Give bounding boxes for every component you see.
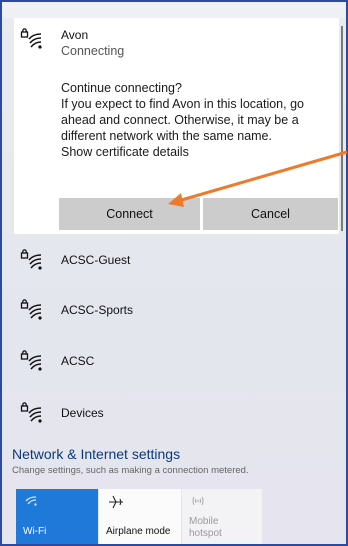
mobile-hotspot-tile[interactable]: Mobile hotspot bbox=[182, 489, 262, 544]
airplane-icon bbox=[108, 495, 124, 512]
scrollbar[interactable] bbox=[341, 26, 343, 231]
flyout-top-strip bbox=[2, 2, 346, 18]
wifi-tile-label: Wi-Fi bbox=[23, 526, 47, 537]
network-name: ACSC-Guest bbox=[61, 253, 131, 267]
network-name: ACSC-Sports bbox=[61, 303, 134, 317]
network-item-acsc-guest[interactable]: ACSC-Guest bbox=[14, 235, 339, 285]
wifi-lock-icon bbox=[20, 28, 44, 50]
wifi-lock-icon bbox=[20, 402, 44, 424]
connection-warning-text: Continue connecting? If you expect to fi… bbox=[61, 80, 323, 160]
wifi-toggle-tile[interactable]: Wi-Fi bbox=[16, 489, 98, 544]
network-name: Devices bbox=[61, 406, 104, 420]
hotspot-icon bbox=[191, 495, 205, 510]
show-certificate-details-link[interactable]: Show certificate details bbox=[61, 144, 323, 160]
network-item-acsc-sports[interactable]: ACSC-Sports bbox=[14, 285, 339, 335]
warning-line: ahead and connect. Otherwise, it may be … bbox=[61, 113, 299, 127]
airplane-tile-label: Airplane mode bbox=[106, 526, 171, 537]
connect-button[interactable]: Connect bbox=[59, 198, 200, 230]
wifi-lock-icon bbox=[20, 350, 44, 372]
wifi-lock-icon bbox=[20, 299, 44, 321]
network-name: ACSC bbox=[61, 354, 95, 368]
network-item-acsc[interactable]: ACSC bbox=[14, 336, 339, 386]
network-item-devices[interactable]: Devices bbox=[14, 388, 339, 438]
hotspot-label-line: hotspot bbox=[189, 528, 222, 539]
network-settings-description: Change settings, such as making a connec… bbox=[12, 465, 249, 476]
network-settings-link[interactable]: Network & Internet settings bbox=[12, 446, 180, 462]
warning-line: different network with the same name. bbox=[61, 129, 272, 143]
airplane-mode-tile[interactable]: Airplane mode bbox=[99, 489, 181, 544]
network-flyout: Avon Connecting Continue connecting? If … bbox=[0, 0, 348, 546]
wifi-icon bbox=[25, 495, 39, 510]
selected-network-name: Avon bbox=[61, 28, 89, 42]
wifi-lock-icon bbox=[20, 249, 44, 271]
selected-network-panel: Avon Connecting Continue connecting? If … bbox=[14, 18, 339, 234]
selected-network-status: Connecting bbox=[61, 44, 125, 58]
warning-line: Continue connecting? bbox=[61, 81, 182, 95]
hotspot-label-line: Mobile bbox=[189, 516, 219, 527]
cancel-button[interactable]: Cancel bbox=[203, 198, 338, 230]
hotspot-tile-label: Mobile hotspot bbox=[189, 516, 222, 540]
warning-line: If you expect to find Avon in this locat… bbox=[61, 97, 304, 111]
